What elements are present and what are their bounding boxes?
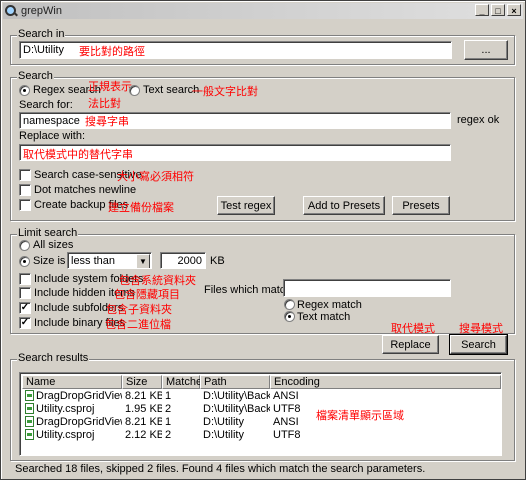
close-button[interactable]: × [507, 4, 521, 16]
file-size-cell: 8.21 KB [125, 416, 162, 428]
file-size-cell: 1.95 KB [125, 403, 162, 415]
path-cell: D:\Utility\Backup [203, 403, 270, 415]
replace-with-annotation: 取代模式中的替代字串 [23, 149, 133, 161]
dot-newline-checkbox[interactable] [19, 184, 31, 196]
search-for-label: Search for: [19, 99, 73, 111]
column-header-path[interactable]: Path [200, 375, 270, 389]
search-path-annotation: 要比對的路徑 [79, 46, 145, 58]
all-sizes-label: All sizes [33, 239, 74, 251]
search-button[interactable]: Search [449, 334, 508, 355]
check-mark-icon: ✓ [20, 302, 30, 313]
regex-match-radio[interactable] [284, 299, 295, 310]
table-row[interactable]: Utility.csproj 2.12 KB 2 D:\Utility UTF8 [22, 429, 330, 442]
search-for-annotation: 搜尋字串 [85, 116, 129, 128]
case-sensitive-checkbox[interactable] [19, 169, 31, 181]
encoding-cell: UTF8 [273, 429, 301, 441]
size-is-label: Size is [33, 255, 66, 267]
minimize-button[interactable]: _ [475, 4, 489, 16]
hidden-items-annotation: 包含隱藏項目 [114, 289, 180, 301]
results-list-annotation: 檔案清單顯示區域 [316, 410, 404, 422]
regex-search-radio[interactable] [19, 85, 30, 96]
file-name-cell: Utility.csproj [22, 429, 122, 442]
text-search-radio[interactable] [129, 85, 140, 96]
window-title: grepWin [21, 5, 62, 17]
backup-files-annotation: 建立備份檔案 [108, 202, 174, 214]
subfolders-annotation: 包含子資料夾 [106, 304, 172, 316]
size-value-input[interactable]: 2000 [160, 252, 206, 269]
path-cell: D:\Utility [203, 416, 244, 428]
file-icon [25, 416, 34, 427]
file-name-cell: DragDropGridView.cs [22, 416, 122, 429]
text-match-radio[interactable] [284, 311, 295, 322]
main-window: grepWin _ □ × Search in D:\Utility 要比對的路… [0, 0, 526, 480]
backup-files-checkbox[interactable] [19, 199, 31, 211]
file-size-cell: 8.21 KB [125, 390, 162, 402]
files-match-label: Files which match: [204, 284, 295, 296]
title-bar[interactable]: grepWin _ □ × [3, 3, 523, 19]
size-operator-value: less than [71, 255, 116, 267]
search-results-label: Search results [17, 352, 90, 364]
dot-newline-label: Dot matches newline [34, 184, 137, 196]
binary-files-annotation: 包含二進位檔 [105, 319, 171, 331]
column-header-matches[interactable]: Matches [162, 375, 208, 389]
regex-annotation-line2: 法比對 [88, 98, 121, 110]
files-match-input[interactable] [283, 279, 451, 297]
maximize-button[interactable]: □ [491, 4, 505, 16]
text-search-label: Text search [143, 84, 200, 96]
table-row[interactable]: Utility.csproj 1.95 KB 2 D:\Utility\Back… [22, 403, 330, 416]
search-for-input[interactable]: namespace [19, 112, 451, 129]
table-row[interactable]: DragDropGridView.cs 8.21 KB 1 D:\Utility… [22, 416, 330, 429]
presets-button[interactable]: Presets [392, 196, 450, 215]
matches-cell: 2 [165, 429, 172, 441]
column-header-size[interactable]: Size [122, 375, 162, 389]
encoding-cell: ANSI [273, 390, 299, 402]
check-mark-icon: ✓ [20, 317, 30, 328]
all-sizes-radio[interactable] [19, 240, 30, 251]
file-icon [25, 403, 34, 414]
test-regex-button[interactable]: Test regex [217, 196, 275, 215]
regex-status-text: regex ok [457, 114, 500, 126]
results-list-header: Name Size Matches Path Encoding [22, 375, 501, 389]
chevron-down-icon[interactable]: ▼ [136, 254, 150, 268]
column-header-encoding[interactable]: Encoding [270, 375, 501, 389]
results-list[interactable]: Name Size Matches Path Encoding DragDrop… [19, 372, 502, 456]
hidden-items-checkbox[interactable] [19, 287, 31, 299]
search-mode-annotation: 搜尋模式 [459, 323, 503, 335]
size-unit-label: KB [210, 255, 225, 267]
file-icon [25, 429, 34, 440]
case-sensitive-annotation: 大小寫必須相符 [117, 171, 194, 183]
path-cell: D:\Utility\Backup [203, 390, 270, 402]
matches-cell: 2 [165, 403, 172, 415]
search-in-label: Search in [17, 28, 66, 40]
system-folders-checkbox[interactable] [19, 273, 31, 285]
add-to-presets-button[interactable]: Add to Presets [303, 196, 385, 215]
size-operator-select[interactable]: less than ▼ [67, 252, 152, 269]
matches-cell: 1 [165, 416, 172, 428]
file-size-cell: 2.12 KB [125, 429, 162, 441]
status-text: Searched 18 files, skipped 2 files. Foun… [15, 463, 426, 475]
text-search-annotation: 一般文字比對 [192, 86, 258, 98]
file-name-cell: Utility.csproj [22, 403, 122, 416]
subfolders-checkbox[interactable]: ✓ [19, 302, 31, 314]
text-match-label: Text match [297, 311, 351, 323]
size-is-radio[interactable] [19, 256, 30, 267]
file-name-cell: DragDropGridView.cs [22, 390, 122, 403]
limit-search-label: Limit search [17, 227, 79, 239]
search-group-label: Search [17, 70, 54, 82]
regex-match-label: Regex match [297, 299, 362, 311]
magnifier-app-icon [5, 5, 18, 17]
replace-button[interactable]: Replace [382, 335, 439, 354]
column-header-name[interactable]: Name [22, 375, 122, 389]
replace-with-label: Replace with: [19, 130, 86, 142]
replace-mode-annotation: 取代模式 [391, 323, 435, 335]
regex-annotation-line1: 正規表示 [88, 81, 132, 93]
browse-button[interactable]: ... [464, 40, 508, 60]
file-icon [25, 390, 34, 401]
binary-files-checkbox[interactable]: ✓ [19, 317, 31, 329]
path-cell: D:\Utility [203, 429, 244, 441]
matches-cell: 1 [165, 390, 172, 402]
table-row[interactable]: DragDropGridView.cs 8.21 KB 1 D:\Utility… [22, 390, 330, 403]
